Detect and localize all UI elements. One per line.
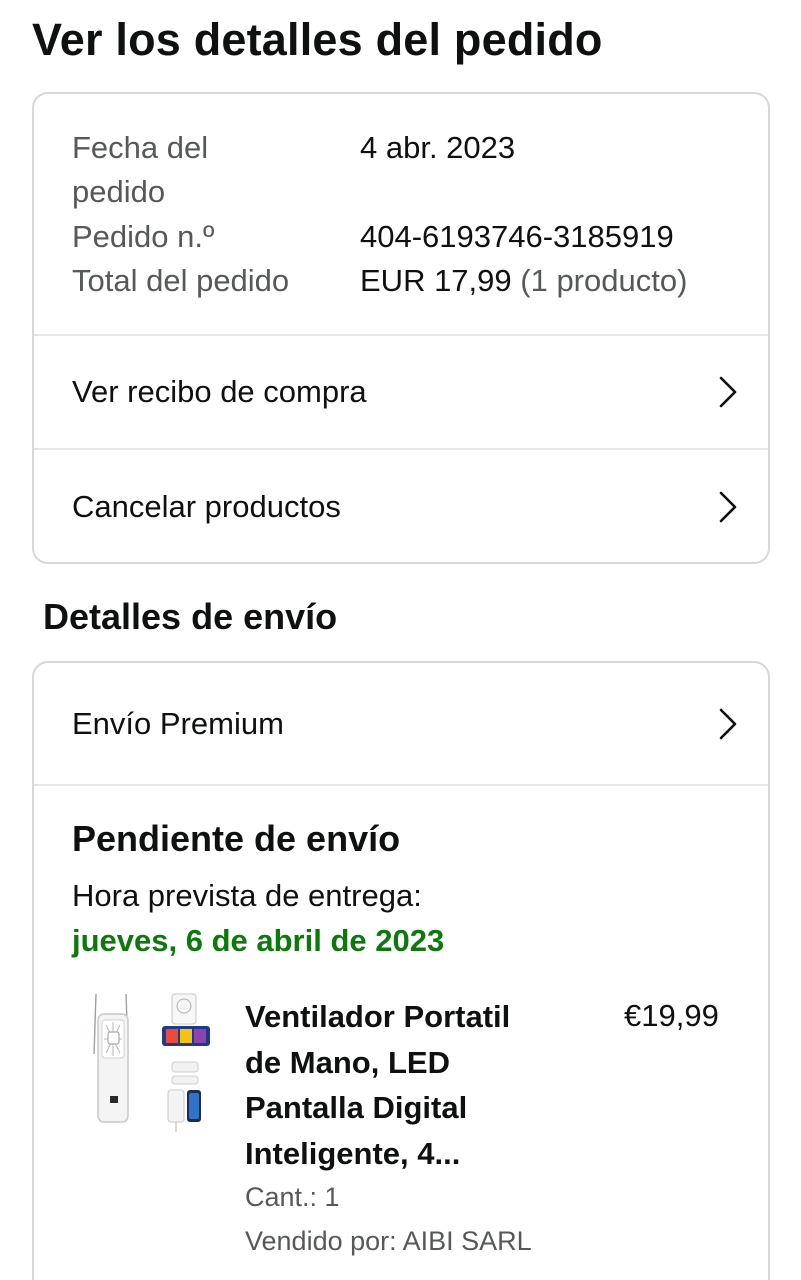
product-title-line: Ventilador Portatil [245,999,511,1034]
shipment-status: Pendiente de envío Hora prevista de entr… [34,786,768,1280]
view-receipt-row[interactable]: Ver recibo de compra [34,336,768,448]
view-receipt-label: Ver recibo de compra [72,374,367,409]
page-title: Ver los detalles del pedido [32,14,603,65]
delivery-eta-date: jueves, 6 de abril de 2023 [72,923,445,958]
order-total-value: EUR 17,99 [360,263,512,298]
order-summary-card: Fecha del pedido 4 abr. 2023 Pedido n.º … [32,92,770,564]
shipping-section-title: Detalles de envío [43,596,338,637]
order-date-label-line2: pedido [72,174,166,209]
order-total-count: (1 producto) [520,263,688,298]
cancel-products-row[interactable]: Cancelar productos [34,450,768,562]
order-date-value: 4 abr. 2023 [360,130,516,165]
chevron-right-icon [719,376,737,408]
cancel-products-label: Cancelar productos [72,489,341,524]
shipping-card: Envío Premium Pendiente de envío Hora pr… [32,661,770,1280]
order-number-value: 404-6193746-3185919 [360,219,674,254]
product-title-line: Inteligente, 4... [245,1135,461,1171]
product-title-line: de Mano, LED [245,1044,450,1080]
order-date-label-line1: Fecha del [72,130,209,165]
chevron-right-icon [719,708,737,739]
chevron-right-icon [719,491,737,523]
order-summary: Fecha del pedido 4 abr. 2023 Pedido n.º … [34,94,768,334]
product-image[interactable] [84,992,219,1142]
shipment-status-title: Pendiente de envío [72,818,401,859]
order-total-label: Total del pedido [72,263,290,298]
shipping-method-row[interactable]: Envío Premium [34,663,768,784]
product-quantity: Cant.: 1 [245,1182,340,1212]
product-seller: Vendido por: AIBI SARL [245,1226,532,1256]
order-details-page: Ver los detalles del pedido Fecha del pe… [0,0,801,1280]
product-price: €19,99 [624,998,719,1033]
product-title[interactable]: Ventilador Portatil de Mano, LED Pantall… [245,994,565,1176]
delivery-eta-label: Hora prevista de entrega: [72,878,422,913]
order-number-label: Pedido n.º [72,219,215,254]
shipping-method-label: Envío Premium [72,705,284,741]
product-title-line: Pantalla Digital [245,1090,468,1125]
order-total: EUR 17,99 (1 producto) [360,259,687,303]
